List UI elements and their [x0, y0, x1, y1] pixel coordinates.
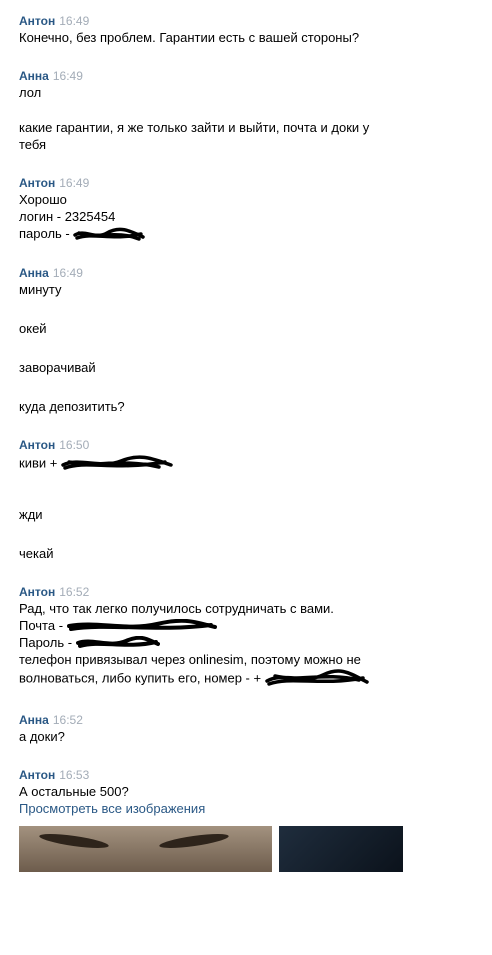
author-name[interactable]: Анна [19, 266, 49, 280]
image-thumbnail[interactable] [279, 825, 403, 872]
author-name[interactable]: Анна [19, 713, 49, 727]
message-group: Антон 16:52 Рад, что так легко получилось… [19, 584, 479, 690]
message-text: пароль - [19, 226, 70, 241]
message-text: киви + [19, 455, 58, 470]
redaction-scribble [75, 636, 160, 649]
message-header: Анна 16:52 [19, 712, 479, 728]
author-name[interactable]: Антон [19, 585, 55, 599]
message-text: чекай [19, 545, 54, 561]
author-name[interactable]: Антон [19, 176, 55, 190]
message-text: телефон привязывал через onlinesim, поэт… [19, 651, 361, 667]
message-group: Анна 16:52 а доки? [19, 712, 479, 745]
message-header: Анна 16:49 [19, 265, 479, 281]
author-name[interactable]: Анна [19, 69, 49, 83]
message-header: Антон 16:52 [19, 584, 479, 600]
message-text: а доки? [19, 728, 65, 744]
message-text: жди [19, 506, 43, 522]
message-time[interactable]: 16:49 [59, 176, 89, 190]
message-text: какие гарантии, я же только зайти и выйт… [19, 120, 370, 135]
image-thumbnail[interactable] [19, 825, 272, 872]
message-text-row: Пароль - [19, 634, 479, 651]
redaction-scribble [264, 668, 369, 686]
message-text: А остальные 500? [19, 783, 129, 799]
message-header: Антон 16:53 [19, 767, 479, 783]
chat-history: Антон 16:49 Конечно, без проблем. Гаранти… [19, 13, 479, 894]
message-text: Рад, что так легко получилось сотруднича… [19, 600, 334, 616]
image-attachments [19, 825, 479, 872]
message-time[interactable]: 16:52 [53, 713, 83, 727]
message-text-row: волноваться, либо купить его, номер - + [19, 668, 479, 690]
message-time[interactable]: 16:53 [59, 768, 89, 782]
message-group: Анна 16:49 минуту окей заворачивай куда д… [19, 265, 479, 415]
message-time[interactable]: 16:52 [59, 585, 89, 599]
message-text: Почта - [19, 617, 64, 633]
message-group: Анна 16:49 лол какие гарантии, я же тольк… [19, 68, 479, 153]
message-text: Конечно, без проблем. Гарантии есть с ва… [19, 30, 360, 45]
view-all-images-link[interactable]: Просмотреть все изображения [19, 800, 479, 817]
message-text: окей [19, 320, 47, 336]
message-text: минуту [19, 281, 62, 297]
message-text-row: киви + [19, 453, 479, 475]
message-text: логин - 2325454 [19, 209, 116, 224]
message-header: Анна 16:49 [19, 68, 479, 84]
message-text-row: Почта - [19, 617, 479, 634]
message-time[interactable]: 16:49 [59, 14, 89, 28]
message-header: Антон 16:49 [19, 175, 479, 191]
redaction-scribble [61, 454, 173, 470]
message-text: тебя [19, 137, 47, 152]
author-name[interactable]: Антон [19, 14, 55, 28]
message-group: Антон 16:49 Хорошо логин - 2325454 пароль… [19, 175, 479, 243]
message-text: лол [19, 85, 42, 100]
author-name[interactable]: Антон [19, 438, 55, 452]
message-text: заворачивай [19, 359, 96, 375]
message-header: Антон 16:50 [19, 437, 479, 453]
message-text: куда депозитить? [19, 398, 125, 414]
message-text: Пароль - [19, 634, 73, 650]
message-text: Хорошо [19, 192, 67, 207]
author-name[interactable]: Антон [19, 768, 55, 782]
message-time[interactable]: 16:50 [59, 438, 89, 452]
message-text: волноваться, либо купить его, номер - + [19, 670, 262, 685]
message-time[interactable]: 16:49 [53, 69, 83, 83]
redaction-scribble [73, 227, 146, 241]
message-group: Антон 16:50 киви + жди чекай [19, 437, 479, 562]
message-text-row: пароль - [19, 225, 479, 243]
message-group: Антон 16:49 Конечно, без проблем. Гаранти… [19, 13, 479, 46]
message-header: Антон 16:49 [19, 13, 479, 29]
message-group: Антон 16:53 А остальные 500? Просмотреть … [19, 767, 479, 872]
message-time[interactable]: 16:49 [53, 266, 83, 280]
redaction-scribble [66, 619, 217, 632]
